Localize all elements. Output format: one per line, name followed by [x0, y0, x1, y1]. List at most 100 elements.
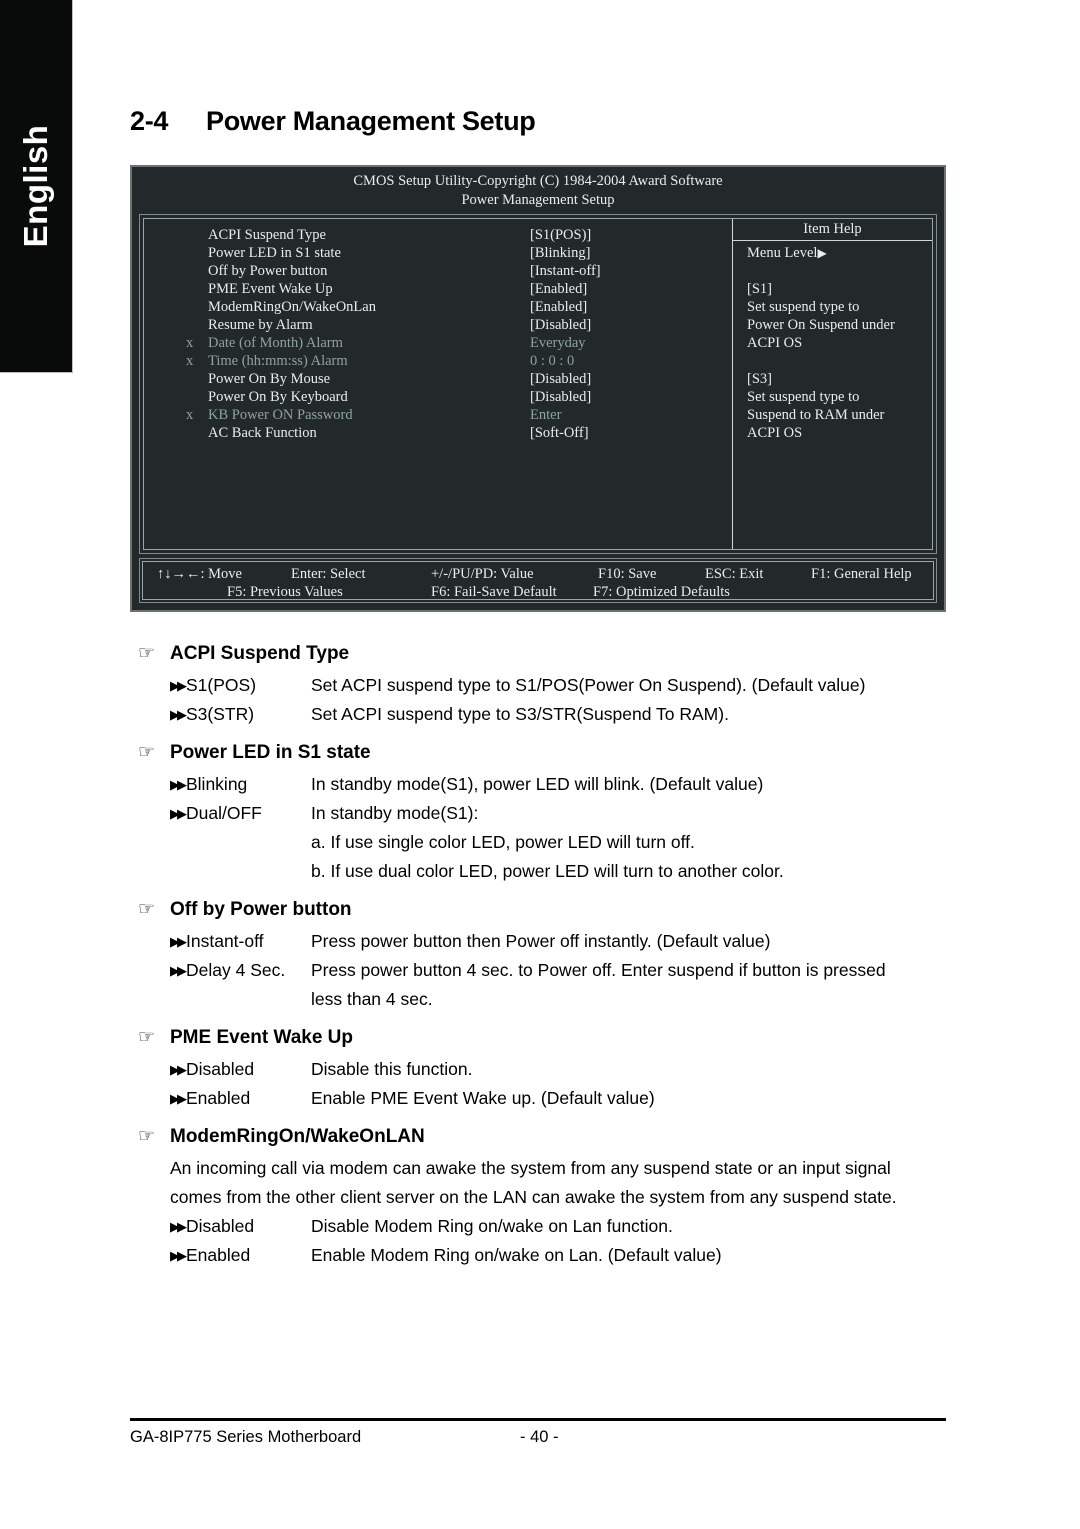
bios-setting-value[interactable]: [Disabled] — [530, 388, 591, 406]
double-triangle-icon: ▶▶ — [170, 1091, 187, 1106]
option-description: Press power button then Power off instan… — [311, 931, 771, 951]
option-name: Instant-off — [186, 931, 264, 951]
bios-setting-label: Off by Power button — [208, 263, 328, 279]
bios-title-block: CMOS Setup Utility-Copyright (C) 1984-20… — [132, 167, 944, 210]
bios-setting-value[interactable]: [S1(POS)] — [530, 226, 591, 244]
section-paragraph: An incoming call via modem can awake the… — [170, 1158, 891, 1178]
double-triangle-icon: ▶▶ — [170, 707, 187, 722]
bios-settings-list: ACPI Suspend Type [S1(POS)] Power LED in S… — [186, 226, 726, 442]
option-description: Set ACPI suspend type to S3/STR(Suspend … — [311, 704, 729, 724]
double-triangle-icon: ▶▶ — [170, 1248, 187, 1263]
pointing-hand-icon: ☞ — [138, 1126, 156, 1147]
bios-setting-value[interactable]: Enter — [530, 406, 561, 424]
item-help-lines: [S1] Set suspend type to Power On Suspend … — [747, 262, 932, 442]
option-description: Disable this function. — [311, 1059, 473, 1079]
option-name: Blinking — [186, 774, 248, 794]
bios-setting-row[interactable]: AC Back Function [Soft-Off] — [186, 424, 726, 442]
key-legend-item: F7: Optimized Defaults — [593, 584, 730, 600]
bios-setting-value[interactable]: [Disabled] — [530, 316, 591, 334]
item-help-line: ACPI OS — [747, 425, 803, 441]
bios-setting-label: AC Back Function — [208, 425, 317, 441]
menu-level-label: Menu Level — [747, 245, 818, 261]
bios-setting-label: Power On By Mouse — [208, 371, 331, 387]
double-triangle-icon: ▶▶ — [170, 678, 187, 693]
bios-setting-disabled-marker — [186, 244, 208, 262]
bios-key-legend-inner: ↑↓→←: Move Enter: Select +/-/PU/PD: Value F… — [142, 561, 934, 600]
section-heading-text: PME Event Wake Up — [170, 1027, 354, 1048]
double-triangle-icon: ▶▶ — [170, 806, 187, 821]
bios-key-legend: ↑↓→←: Move Enter: Select +/-/PU/PD: Value F… — [139, 558, 937, 603]
bios-setting-label: ModemRingOn/WakeOnLan — [208, 299, 376, 315]
bios-setting-value[interactable]: Everyday — [530, 334, 586, 352]
bios-setting-label: KB Power ON Password — [208, 407, 353, 423]
option-row: ▶▶ Enabled Enable Modem Ring on/wake on La… — [130, 1241, 946, 1270]
option-description: In standby mode(S1): — [311, 803, 479, 823]
bios-item-help-panel: Item Help Menu Level▶ [S1] Set suspend ty… — [733, 219, 932, 549]
bios-main-frame: ACPI Suspend Type [S1(POS)] Power LED in S… — [139, 214, 937, 554]
bios-setting-row[interactable]: Power On By Keyboard [Disabled] — [186, 388, 726, 406]
option-description: Enable PME Event Wake up. (Default value… — [311, 1088, 655, 1108]
double-triangle-icon: ▶▶ — [170, 1219, 187, 1234]
section-heading-pme-event-wake-up: ☞ PME Event Wake Up — [130, 1024, 946, 1052]
option-row: ▶▶ Dual/OFF In standby mode(S1): — [130, 799, 946, 828]
bios-setting-value[interactable]: [Enabled] — [530, 298, 587, 316]
bios-setting-disabled-marker — [186, 226, 208, 244]
option-row: ▶▶ Disabled Disable this function. — [130, 1055, 946, 1084]
option-name: Disabled — [186, 1059, 255, 1079]
bios-setting-value[interactable]: 0 : 0 : 0 — [530, 352, 574, 370]
bios-setting-value[interactable]: [Soft-Off] — [530, 424, 589, 442]
bios-setting-value[interactable]: [Instant-off] — [530, 262, 601, 280]
bios-setting-row[interactable]: Resume by Alarm [Disabled] — [186, 316, 726, 334]
item-help-body: Menu Level▶ [S1] Set suspend type to Power… — [733, 241, 932, 442]
bios-setting-disabled-marker — [186, 280, 208, 298]
bios-setting-disabled-marker — [186, 298, 208, 316]
section-heading-text: ACPI Suspend Type — [170, 643, 350, 664]
option-name: S1(POS) — [186, 675, 257, 695]
item-help-line — [747, 352, 932, 370]
option-description: Disable Modem Ring on/wake on Lan functi… — [311, 1216, 673, 1236]
section-heading-power-led-in-s1-state: ☞ Power LED in S1 state — [130, 739, 946, 767]
key-legend-item: F6: Fail-Save Default — [431, 584, 557, 600]
option-row: ▶▶ Instant-off Press power button then Pow… — [130, 927, 946, 956]
bios-setting-row[interactable]: x KB Power ON Password Enter — [186, 406, 726, 424]
option-name: Disabled — [186, 1216, 255, 1236]
bios-setting-disabled-marker — [186, 262, 208, 280]
section-title: Power Management Setup — [206, 106, 536, 136]
pointing-hand-icon: ☞ — [138, 742, 156, 763]
bios-setting-disabled-marker: x — [186, 353, 194, 369]
item-help-line: [S1] — [747, 281, 772, 297]
bios-setting-value[interactable]: [Blinking] — [530, 244, 590, 262]
footer-divider — [130, 1418, 946, 1421]
key-legend-row-1: ↑↓→←: Move Enter: Select +/-/PU/PD: Value F… — [143, 565, 933, 583]
bios-setting-row[interactable]: PME Event Wake Up [Enabled] — [186, 280, 726, 298]
option-row: ▶▶ S3(STR) Set ACPI suspend type to S3/STR… — [130, 700, 946, 729]
bios-setting-value[interactable]: [Enabled] — [530, 280, 587, 298]
bios-setting-row[interactable]: ModemRingOn/WakeOnLan [Enabled] — [186, 298, 726, 316]
bios-setting-row[interactable]: Power LED in S1 state [Blinking] — [186, 244, 726, 262]
bios-setting-value[interactable]: [Disabled] — [530, 370, 591, 388]
bios-setting-label: PME Event Wake Up — [208, 281, 333, 297]
key-legend-row-2: F5: Previous Values F6: Fail-Save Default… — [143, 583, 933, 601]
bios-setting-row[interactable]: x Time (hh:mm:ss) Alarm 0 : 0 : 0 — [186, 352, 726, 370]
item-help-line: Suspend to RAM under — [747, 407, 885, 423]
bios-setting-label: Time (hh:mm:ss) Alarm — [208, 353, 348, 369]
option-name: Delay 4 Sec. — [186, 960, 286, 980]
page-title: 2-4 Power Management Setup — [130, 106, 536, 137]
bios-setting-row[interactable]: x Date (of Month) Alarm Everyday — [186, 334, 726, 352]
item-help-line: Set suspend type to — [747, 299, 860, 315]
section-heading-text: ModemRingOn/WakeOnLAN — [170, 1126, 425, 1147]
bios-setting-row[interactable]: ACPI Suspend Type [S1(POS)] — [186, 226, 726, 244]
bios-setting-disabled-marker — [186, 424, 208, 442]
footer-page-number: - 40 - — [520, 1428, 559, 1446]
option-continuation-line: a. If use single color LED, power LED wi… — [311, 832, 695, 852]
bios-setting-row[interactable]: Power On By Mouse [Disabled] — [186, 370, 726, 388]
footer-product-name: GA-8IP775 Series Motherboard — [130, 1428, 362, 1446]
bios-setting-row[interactable]: Off by Power button [Instant-off] — [186, 262, 726, 280]
bios-setting-label: Power On By Keyboard — [208, 389, 348, 405]
bios-setting-disabled-marker — [186, 316, 208, 334]
option-row: ▶▶ Delay 4 Sec. Press power button 4 sec. … — [130, 956, 946, 985]
section-heading-modemringon-wakeonlan: ☞ ModemRingOn/WakeOnLAN — [130, 1123, 946, 1151]
option-name: S3(STR) — [186, 704, 255, 724]
